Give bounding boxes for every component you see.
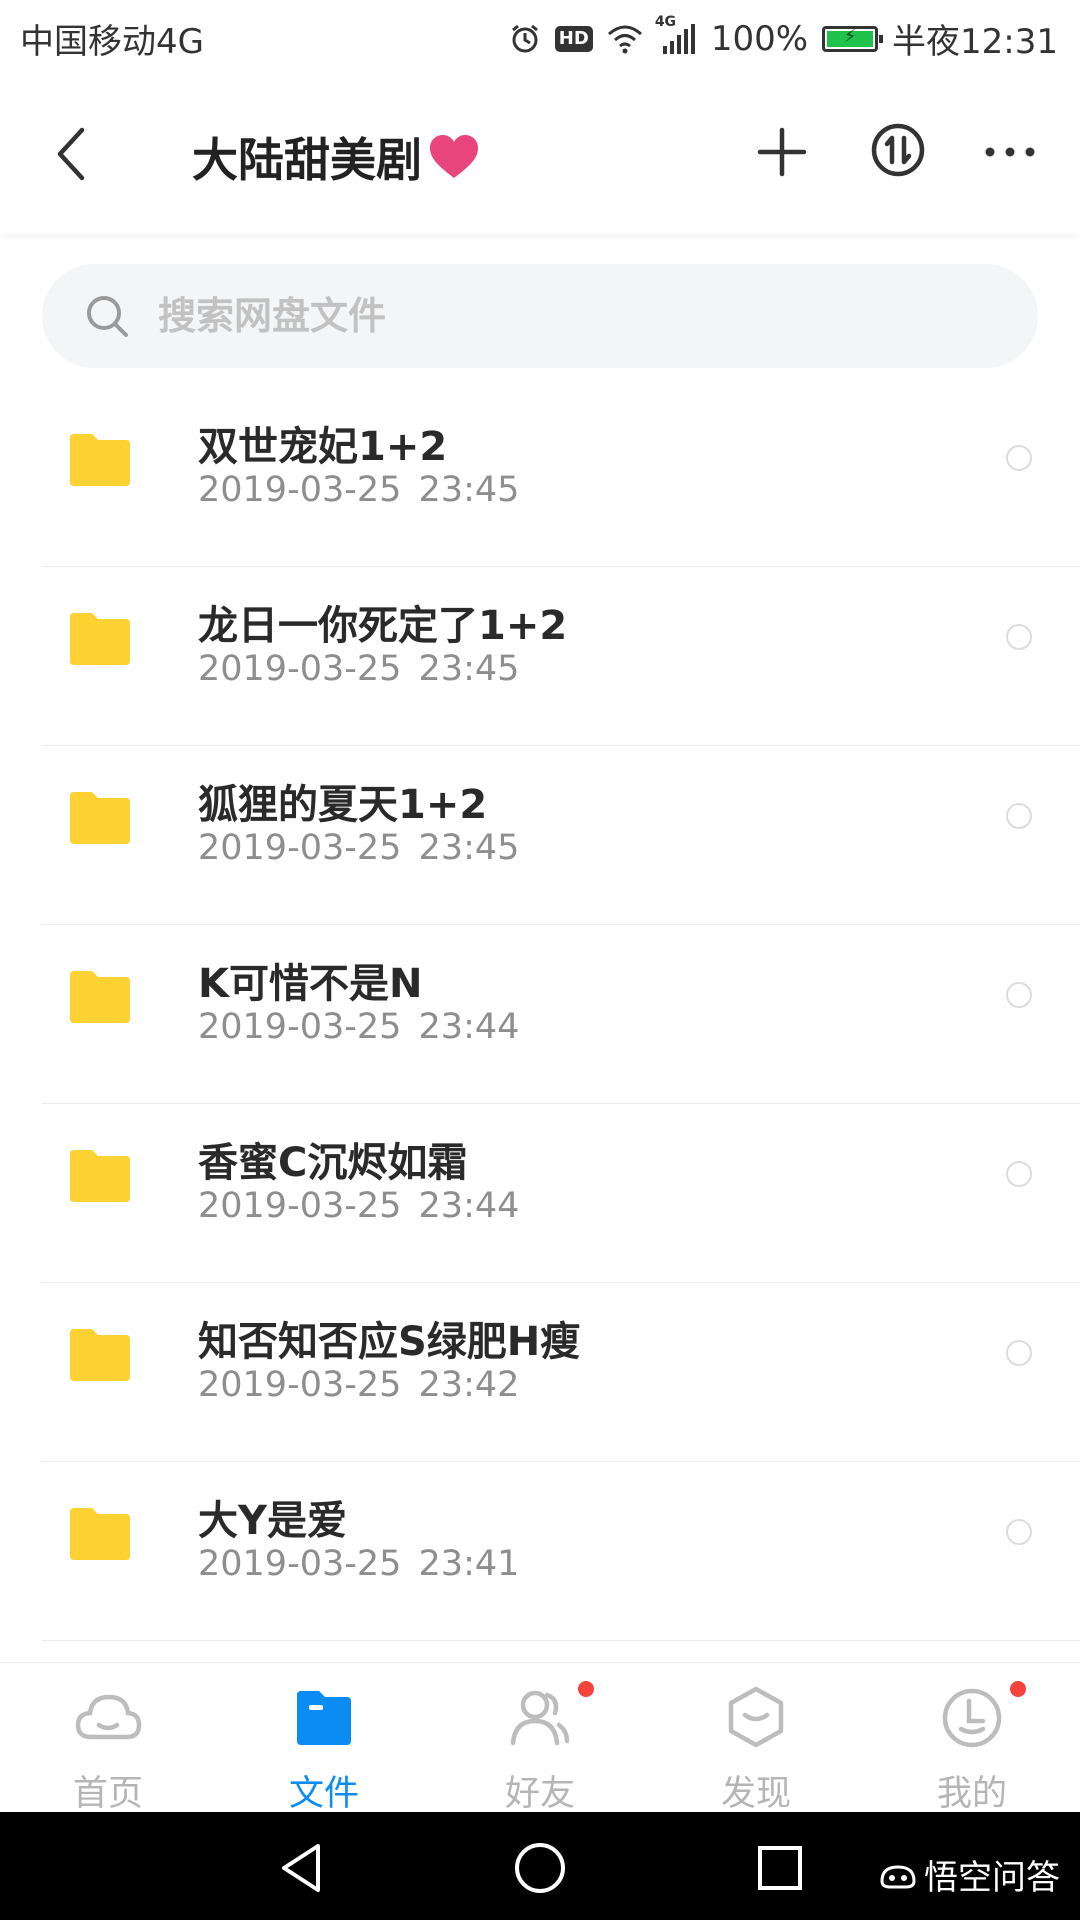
file-row[interactable]: 龙日一你死定了1+2 2019-03-25 23:45	[42, 567, 1080, 746]
nav-home-button[interactable]	[510, 1838, 570, 1898]
folder-icon	[70, 1150, 130, 1202]
chevron-left-icon	[57, 127, 85, 181]
profile-icon	[942, 1688, 1002, 1748]
sort-button[interactable]	[868, 120, 928, 180]
back-button[interactable]	[48, 124, 104, 184]
tab-discover[interactable]: 发现	[648, 1663, 864, 1814]
system-nav-bar: 悟空问答	[0, 1812, 1080, 1920]
file-name: 狐狸的夏天1+2	[198, 782, 488, 828]
top-bar: 大陆甜美剧	[0, 76, 1080, 234]
square-recents-icon	[758, 1846, 802, 1890]
file-modified-time: 2019-03-25 23:44	[198, 1186, 520, 1226]
folder-title: 大陆甜美剧	[192, 133, 422, 187]
file-name: 香蜜C沉烬如霜	[198, 1140, 468, 1186]
file-modified-time: 2019-03-25 23:42	[198, 1365, 520, 1405]
select-checkbox[interactable]	[1006, 1519, 1032, 1545]
clock: 半夜12:31	[892, 22, 1058, 62]
alarm-icon	[509, 23, 541, 55]
folder-icon	[70, 792, 130, 844]
hd-icon: HD	[554, 25, 593, 52]
file-modified-time: 2019-03-25 23:45	[198, 470, 520, 510]
select-checkbox[interactable]	[1006, 1340, 1032, 1366]
watermark: 悟空问答	[878, 1850, 1060, 1899]
tab-profile[interactable]: 我的	[864, 1663, 1080, 1814]
search-input[interactable]	[156, 293, 860, 339]
file-name: 龙日一你死定了1+2	[198, 603, 568, 649]
triangle-back-icon	[282, 1844, 320, 1892]
more-dots-icon	[985, 147, 1035, 157]
file-modified-time: 2019-03-25 23:41	[198, 1544, 520, 1584]
carrier-label: 中国移动4G	[20, 22, 204, 62]
search-bar[interactable]	[42, 264, 1038, 368]
charging-icon: ⚡	[843, 25, 857, 47]
tab-home[interactable]: 首页	[0, 1663, 216, 1814]
bottom-tab-bar: 首页 文件 好友 发现 我的	[0, 1662, 1080, 1814]
nav-back-button[interactable]	[272, 1838, 332, 1898]
discover-icon	[728, 1686, 784, 1748]
select-checkbox[interactable]	[1006, 1161, 1032, 1187]
friends-icon	[510, 1690, 570, 1746]
more-button[interactable]	[980, 122, 1040, 182]
tab-label: 首页	[72, 1774, 143, 1814]
plus-icon	[757, 127, 807, 177]
file-list: 双世宠妃1+2 2019-03-25 23:45 龙日一你死定了1+2 2019…	[0, 388, 1080, 1641]
file-row[interactable]: 双世宠妃1+2 2019-03-25 23:45	[42, 388, 1080, 567]
network-type-label: 4G	[654, 13, 677, 30]
tab-files[interactable]: 文件	[216, 1663, 432, 1814]
folder-icon	[70, 1329, 130, 1381]
file-modified-time: 2019-03-25 23:45	[198, 828, 520, 868]
file-row[interactable]: 大Y是爱 2019-03-25 23:41	[42, 1462, 1080, 1641]
tab-label: 我的	[936, 1774, 1007, 1814]
file-row[interactable]: 狐狸的夏天1+2 2019-03-25 23:45	[42, 746, 1080, 925]
file-row[interactable]: K可惜不是N 2019-03-25 23:44	[42, 925, 1080, 1104]
cloud-icon	[75, 1694, 142, 1740]
file-modified-time: 2019-03-25 23:45	[198, 649, 520, 689]
add-button[interactable]	[752, 122, 812, 182]
circle-home-icon	[515, 1843, 565, 1893]
heart-icon	[430, 135, 478, 178]
watermark-text: 悟空问答	[924, 1858, 1060, 1898]
folder-icon	[70, 971, 130, 1023]
folder-icon	[297, 1691, 351, 1745]
tab-label: 文件	[288, 1774, 359, 1814]
folder-icon	[70, 613, 130, 665]
select-checkbox[interactable]	[1006, 982, 1032, 1008]
nav-recents-button[interactable]	[750, 1838, 810, 1898]
wukong-logo-icon	[880, 1864, 916, 1888]
file-name: 大Y是爱	[198, 1498, 347, 1544]
file-modified-time: 2019-03-25 23:44	[198, 1007, 520, 1047]
status-icons: HD 4G 100% ⚡ 半夜12:31	[509, 14, 1058, 63]
transfer-icon	[871, 123, 925, 177]
page-title: 大陆甜美剧	[192, 124, 480, 190]
signal-icon: 4G	[655, 14, 697, 54]
file-row[interactable]: 知否知否应S绿肥H瘦 2019-03-25 23:42	[42, 1283, 1080, 1462]
folder-icon	[70, 434, 130, 486]
file-row[interactable]: 香蜜C沉烬如霜 2019-03-25 23:44	[42, 1104, 1080, 1283]
file-name: K可惜不是N	[198, 961, 423, 1007]
select-checkbox[interactable]	[1006, 624, 1032, 650]
wifi-icon	[607, 24, 643, 54]
notification-badge	[1010, 1681, 1026, 1697]
file-name: 知否知否应S绿肥H瘦	[198, 1319, 581, 1365]
battery-icon: ⚡	[822, 25, 884, 52]
notification-badge	[578, 1681, 594, 1697]
tab-friends[interactable]: 好友	[432, 1663, 648, 1814]
tab-label: 好友	[504, 1774, 575, 1814]
status-bar: 中国移动4G HD 4G 100% ⚡ 半夜12:31	[0, 0, 1080, 76]
select-checkbox[interactable]	[1006, 803, 1032, 829]
folder-icon	[70, 1508, 130, 1560]
tab-label: 发现	[720, 1774, 791, 1814]
select-checkbox[interactable]	[1006, 445, 1032, 471]
file-name: 双世宠妃1+2	[198, 424, 448, 470]
battery-percent: 100%	[710, 18, 809, 59]
search-icon	[87, 296, 128, 337]
